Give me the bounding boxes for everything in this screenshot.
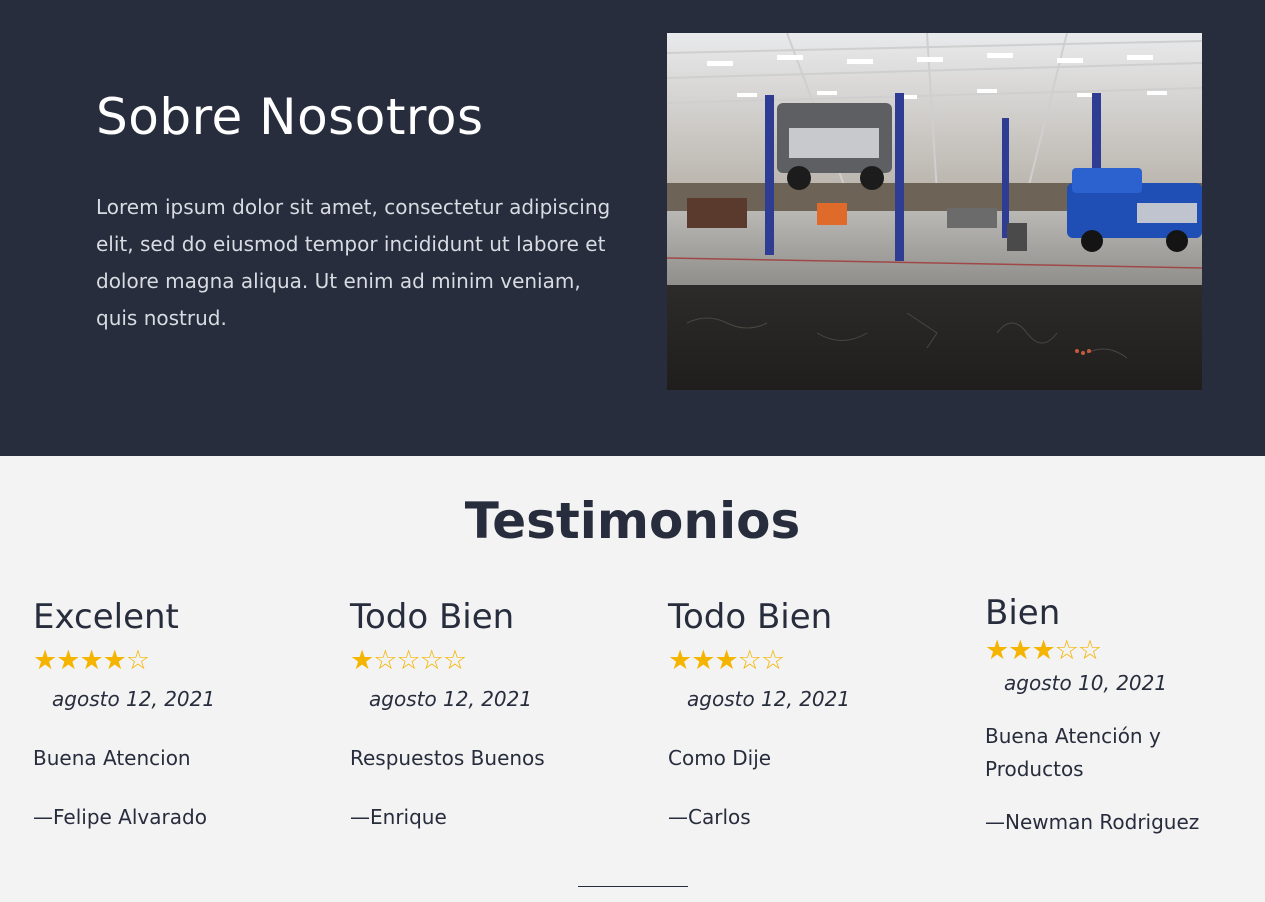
star-filled-icon: ★ <box>691 645 715 676</box>
star-empty-icon: ☆ <box>737 645 762 676</box>
about-section: Sobre Nosotros Lorem ipsum dolor sit ame… <box>0 0 1265 456</box>
testimonial-date: agosto 12, 2021 <box>52 687 216 711</box>
testimonial-title: Excelent <box>33 597 179 637</box>
testimonial-card: Bien ★★★☆☆ agosto 10, 2021 Buena Atenció… <box>985 590 1240 839</box>
star-filled-icon: ★ <box>350 645 374 676</box>
star-rating: ★☆☆☆☆ <box>350 646 640 676</box>
testimonial-author: —Felipe Alvarado <box>33 805 207 829</box>
star-empty-icon: ☆ <box>419 645 444 676</box>
testimonial-quote: Buena Atención y Productos <box>985 724 1161 781</box>
star-empty-icon: ☆ <box>1054 635 1079 666</box>
testimonial-author: —Enrique <box>350 805 447 829</box>
testimonial-author: —Carlos <box>668 805 751 829</box>
star-filled-icon: ★ <box>1031 635 1055 666</box>
testimonial-date: agosto 12, 2021 <box>369 687 533 711</box>
star-empty-icon: ☆ <box>125 645 150 676</box>
star-empty-icon: ☆ <box>760 645 785 676</box>
testimonial-card: Excelent ★★★★☆ agosto 12, 2021 Buena Ate… <box>33 594 323 834</box>
star-rating: ★★★★☆ <box>33 646 323 676</box>
testimonial-title: Todo Bien <box>668 597 833 637</box>
star-filled-icon: ★ <box>714 645 738 676</box>
about-title: Sobre Nosotros <box>96 88 484 146</box>
section-divider <box>578 886 688 887</box>
testimonial-card: Todo Bien ★★★☆☆ agosto 12, 2021 Como Dij… <box>668 594 958 834</box>
garage-image <box>667 33 1202 390</box>
testimonial-quote: Como Dije <box>668 746 772 770</box>
testimonial-quote: Respuestos Buenos <box>350 746 545 770</box>
testimonial-card: Todo Bien ★☆☆☆☆ agosto 12, 2021 Respuest… <box>350 594 640 834</box>
testimonials-title: Testimonios <box>464 492 801 550</box>
testimonial-date: agosto 12, 2021 <box>687 687 851 711</box>
star-filled-icon: ★ <box>56 645 80 676</box>
testimonial-title: Bien <box>985 593 1061 633</box>
star-filled-icon: ★ <box>102 645 127 676</box>
star-empty-icon: ☆ <box>396 645 420 676</box>
star-filled-icon: ★ <box>985 635 1009 666</box>
star-filled-icon: ★ <box>668 645 692 676</box>
about-text: Lorem ipsum dolor sit amet, consectetur … <box>96 195 611 330</box>
star-rating: ★★★☆☆ <box>985 636 1240 666</box>
testimonial-date: agosto 10, 2021 <box>1004 671 1168 695</box>
star-rating: ★★★☆☆ <box>668 646 958 676</box>
star-filled-icon: ★ <box>33 645 57 676</box>
testimonial-quote: Buena Atencion <box>33 746 191 770</box>
star-empty-icon: ☆ <box>442 645 467 676</box>
star-empty-icon: ☆ <box>1077 635 1102 666</box>
star-empty-icon: ☆ <box>373 645 397 676</box>
star-filled-icon: ★ <box>79 645 103 676</box>
testimonial-author: —Newman Rodriguez <box>985 810 1200 834</box>
testimonial-title: Todo Bien <box>350 597 515 637</box>
star-filled-icon: ★ <box>1008 635 1032 666</box>
